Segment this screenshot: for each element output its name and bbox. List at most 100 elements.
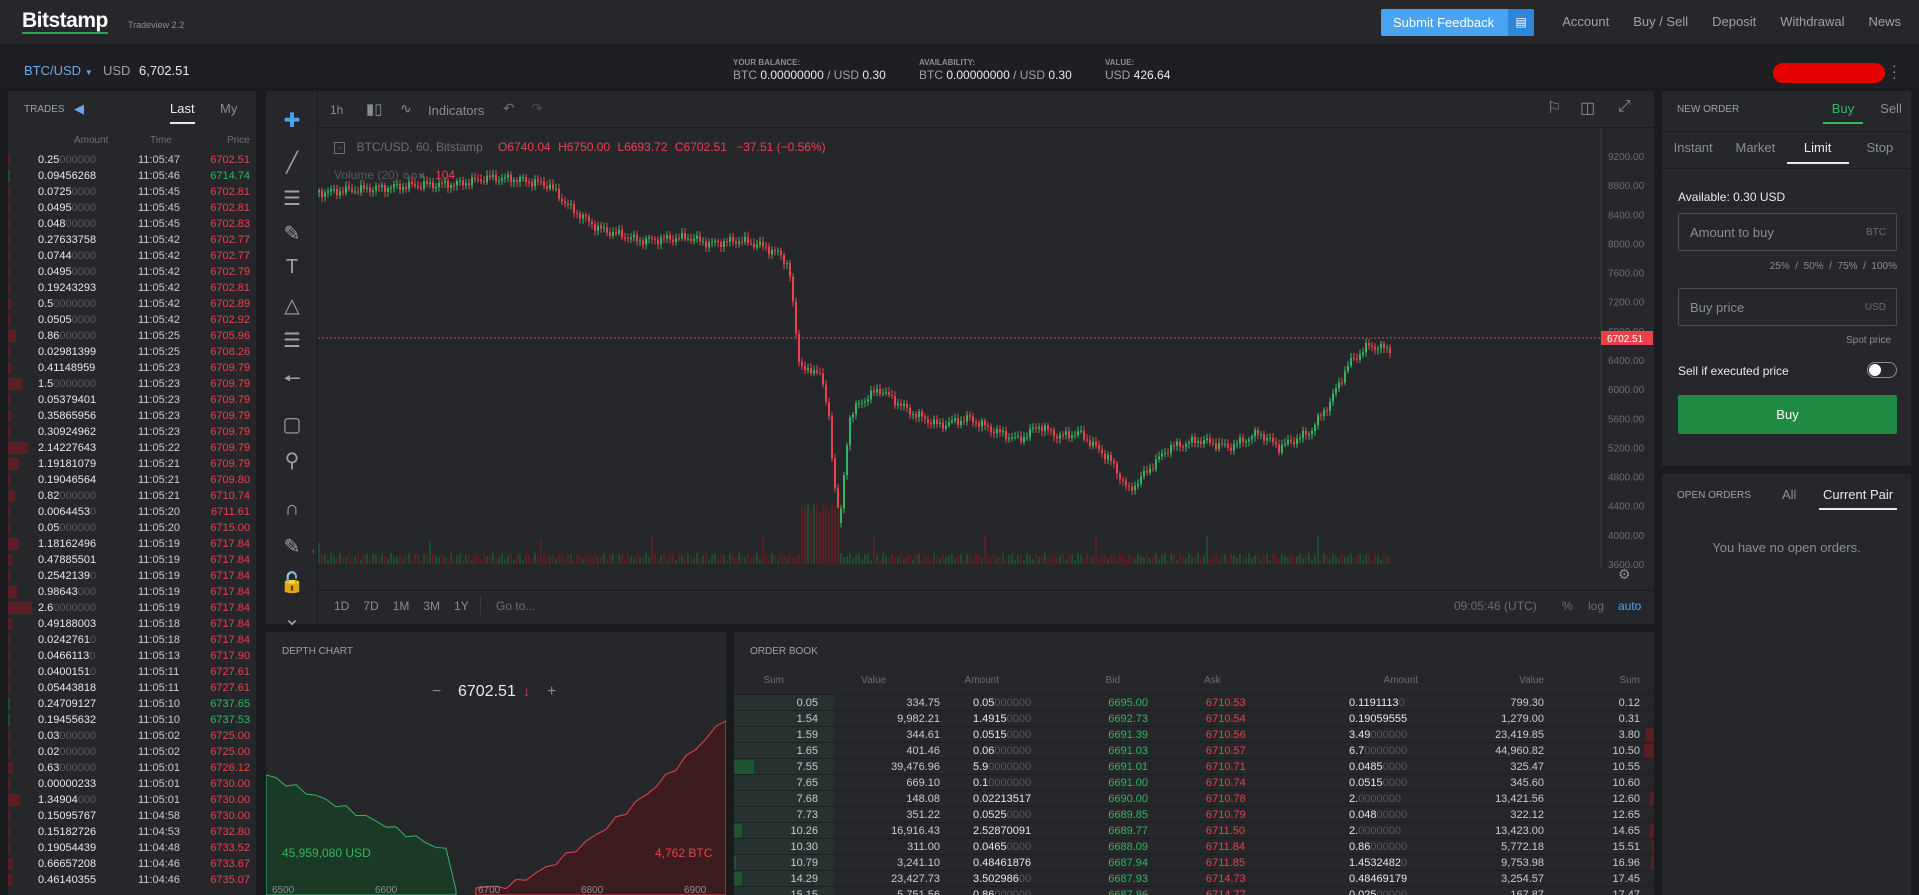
order-book-row[interactable]: 7.55 39,476.96 5.90000000 6691.01 6710.71 0.0…	[734, 758, 1654, 775]
nav-link-news[interactable]: News	[1868, 14, 1901, 29]
order-tab-limit[interactable]: Limit	[1786, 140, 1849, 164]
order-book-row[interactable]: 7.65 669.10 0.10000000 6691.00 6710.74 0.0515…	[734, 774, 1654, 791]
auto-toggle[interactable]: auto	[1618, 599, 1641, 613]
back-arrow-icon[interactable]: 🠔	[266, 364, 318, 398]
undo-icon[interactable]: ↶	[503, 100, 515, 117]
volume-bar	[390, 553, 392, 564]
volume-bar	[792, 556, 794, 564]
percent-toggle[interactable]: %	[1562, 599, 1573, 613]
candle-body	[1380, 343, 1382, 349]
book-cell: 10.60	[1612, 777, 1640, 789]
zoom-icon[interactable]: ⚲	[266, 448, 318, 473]
chart-settings-icon[interactable]: ⚙	[1618, 566, 1631, 583]
candle-body	[783, 254, 785, 264]
range-1y[interactable]: 1Y	[454, 599, 469, 613]
tab-all-orders[interactable]: All	[1782, 487, 1796, 502]
log-toggle[interactable]: log	[1588, 599, 1604, 613]
amount-input[interactable]: Amount to buy BTC	[1678, 213, 1897, 251]
order-book-row[interactable]: 1.59 344.61 0.05150000 6691.39 6710.56 3.4900…	[734, 726, 1654, 743]
volume-bar	[918, 554, 920, 564]
indicators-button[interactable]: Indicators	[428, 103, 484, 118]
volume-bar	[387, 557, 389, 564]
trade-price: 6717.84	[210, 634, 250, 646]
candle-body	[1233, 444, 1235, 451]
order-book-row[interactable]: 15.15 5,751.56 0.86000000 6687.86 6714.77 0.0…	[734, 886, 1654, 895]
nav-link-account[interactable]: Account	[1562, 14, 1609, 29]
order-book-row[interactable]: 10.26 16,916.43 2.52870091 6689.77 6711.50 2.…	[734, 822, 1654, 839]
tab-last[interactable]: Last	[170, 101, 195, 124]
zoom-in-button[interactable]: +	[547, 683, 556, 701]
redo-icon[interactable]: ↷	[531, 100, 543, 117]
trade-volume-bar	[8, 522, 10, 534]
trade-price: 6709.80	[210, 474, 250, 486]
book-cell: 6710.56	[1206, 729, 1246, 741]
order-book-row[interactable]: 7.68 148.08 0.02213517 6690.00 6710.78 2.0000…	[734, 790, 1654, 807]
trade-amount: 0.19046564	[38, 474, 97, 486]
percent-presets[interactable]: 25% / 50% / 75% / 100%	[1748, 261, 1897, 272]
fib-icon[interactable]: ☰	[266, 186, 318, 211]
last-price-label: 6702.51	[1607, 334, 1644, 345]
candle-body	[1092, 441, 1094, 447]
magnet-icon[interactable]: ∩	[266, 498, 318, 521]
order-book-row[interactable]: 0.05 334.75 0.05000000 6695.00 6710.53 0.1191…	[734, 694, 1654, 711]
pair-selector[interactable]: BTC/USD ▼	[24, 63, 93, 78]
zoom-out-button[interactable]: −	[432, 683, 441, 701]
order-book-row[interactable]: 14.29 23,427.73 3.50298600 6687.93 6714.73 0.…	[734, 870, 1654, 887]
order-book-row[interactable]: 10.30 311.00 0.04650000 6688.09 6711.84 0.860…	[734, 838, 1654, 855]
order-tab-stop[interactable]: Stop	[1849, 140, 1911, 164]
volume-bar	[657, 559, 659, 564]
projection-icon[interactable]: ☰	[266, 328, 318, 353]
range-1m[interactable]: 1M	[393, 599, 410, 613]
interval-button[interactable]: 1h	[330, 103, 343, 117]
ask-depth-bar	[1650, 824, 1654, 838]
indicators-icon[interactable]: ∿	[400, 100, 412, 117]
sound-icon[interactable]: ◀	[74, 101, 84, 117]
volume-bar	[354, 555, 356, 564]
volume-bar	[573, 560, 575, 564]
order-book-row[interactable]: 10.79 3,241.10 0.48461876 6687.94 6711.85 1.4…	[734, 854, 1654, 871]
buy-button[interactable]: Buy	[1678, 395, 1897, 434]
more-menu-icon[interactable]: · · ·	[1892, 58, 1897, 84]
candle-body	[1368, 343, 1370, 346]
layout-icon[interactable]: ◫	[1580, 98, 1595, 118]
lock-drawings-icon[interactable]: ✎	[266, 534, 318, 559]
nav-link-buy-sell[interactable]: Buy / Sell	[1633, 14, 1688, 29]
ruler-icon[interactable]: ▢	[266, 412, 318, 437]
chevron-down-icon[interactable]: ⌄	[266, 606, 318, 631]
spot-price-link[interactable]: Spot price	[1846, 335, 1891, 346]
candles-icon[interactable]: ▮▯	[366, 100, 383, 118]
tab-current-pair[interactable]: Current Pair	[1819, 487, 1898, 510]
sell-if-executed-toggle[interactable]	[1867, 362, 1897, 378]
order-tab-instant[interactable]: Instant	[1662, 140, 1724, 164]
range-7d[interactable]: 7D	[363, 599, 378, 613]
nav-link-deposit[interactable]: Deposit	[1712, 14, 1756, 29]
goto-button[interactable]: Go to...	[496, 599, 535, 613]
order-book-row[interactable]: 7.73 351.22 0.05250000 6689.85 6710.79 0.0480…	[734, 806, 1654, 823]
order-tab-market[interactable]: Market	[1724, 140, 1786, 164]
pair-label: BTC/USD	[24, 63, 82, 78]
volume-bar	[708, 559, 710, 564]
tab-sell[interactable]: Sell	[1871, 101, 1911, 116]
price-input[interactable]: Buy price USD	[1678, 288, 1897, 326]
range-1d[interactable]: 1D	[334, 599, 349, 613]
text-icon[interactable]: T	[266, 256, 318, 279]
fullscreen-icon[interactable]: ⤢	[1618, 98, 1631, 116]
order-book-row[interactable]: 1.54 9,982.21 1.49150000 6692.73 6710.54 0.19…	[734, 710, 1654, 727]
trendline-icon[interactable]: ╱	[266, 150, 318, 175]
lock-icon[interactable]: 🔓	[266, 570, 318, 595]
amount-pad: 0	[1401, 857, 1408, 869]
bitstamp-logo[interactable]: Bitstamp	[22, 9, 108, 34]
submit-feedback-button[interactable]: Submit Feedback ▤	[1381, 9, 1534, 36]
brush-icon[interactable]: ✎	[266, 221, 318, 246]
candle-body	[597, 225, 599, 231]
collapse-toolbar-icon[interactable]: ‹	[312, 546, 315, 557]
order-book-row[interactable]: 1.65 401.46 0.06000000 6691.03 6710.57 6.7000…	[734, 742, 1654, 759]
range-3m[interactable]: 3M	[423, 599, 440, 613]
pattern-icon[interactable]: △	[266, 293, 318, 318]
tab-my[interactable]: My	[220, 101, 237, 116]
tab-buy[interactable]: Buy	[1823, 101, 1863, 124]
nav-link-withdrawal[interactable]: Withdrawal	[1780, 14, 1844, 29]
candlestick-chart[interactable]: 9200.00 8800.00 8400.00 8000.00 7600.00 7200.…	[318, 128, 1654, 568]
flag-icon[interactable]: ⚐	[1547, 98, 1561, 118]
crosshair-icon[interactable]: ✚	[266, 108, 318, 133]
